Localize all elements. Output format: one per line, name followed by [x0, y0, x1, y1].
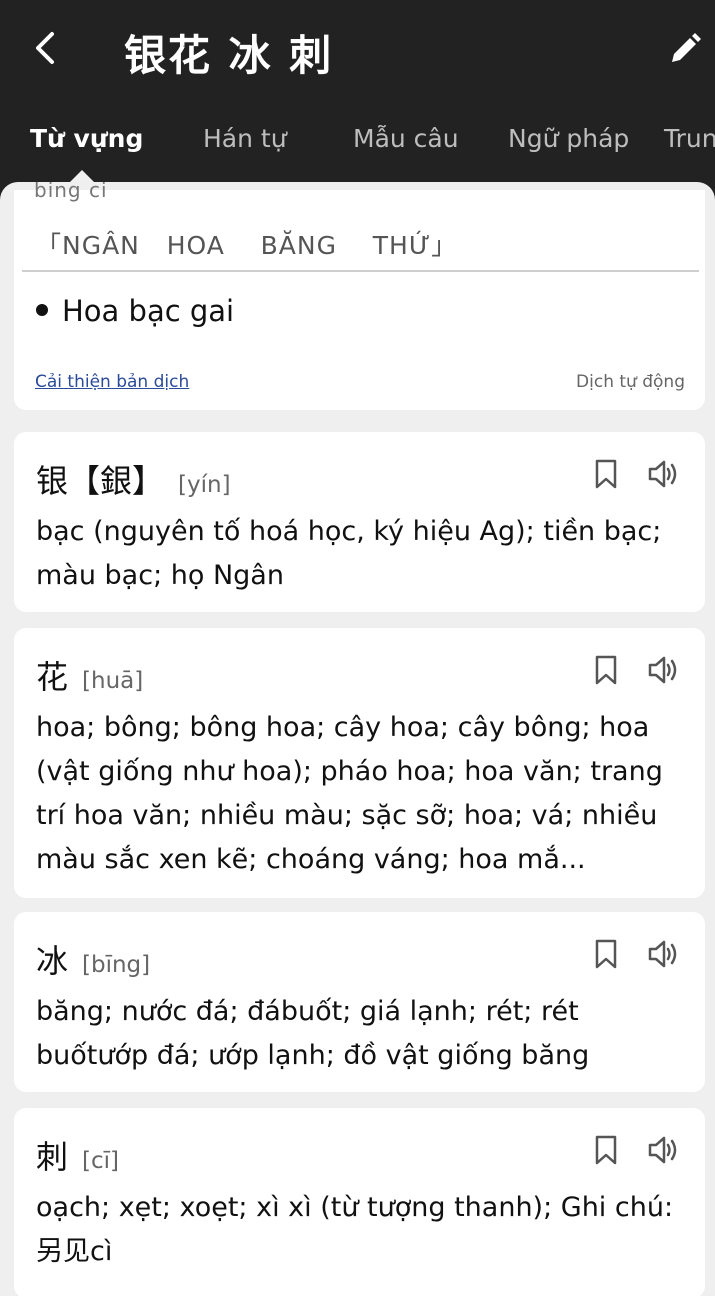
pencil-icon[interactable]	[664, 30, 704, 70]
speaker-icon[interactable]	[647, 1134, 679, 1166]
character-pinyin: [huā]	[82, 668, 144, 694]
speaker-icon[interactable]	[647, 654, 679, 686]
tab-more[interactable]: Trun	[664, 124, 715, 153]
bullet	[36, 304, 48, 316]
character: 银【銀】	[36, 462, 165, 500]
tab-vocabulary[interactable]: Từ vựng	[30, 124, 143, 153]
character-pinyin: [cī]	[82, 1148, 119, 1174]
character-card[interactable]: 刺 [cī] oạch; xẹt; xoẹt; xì xì (từ tượng t…	[14, 1108, 705, 1296]
tab-grammar[interactable]: Ngữ pháp	[508, 124, 629, 153]
top-app-bar: 银花 冰 刺	[0, 0, 715, 100]
character-heading: 花 [huā]	[36, 652, 144, 696]
pinyin-text: bing ci	[34, 182, 108, 202]
page-title: 银花 冰 刺	[124, 31, 334, 80]
character-meaning: hoa; bông; bông hoa; cây hoa; cây bông; …	[36, 712, 663, 875]
translation-card: bing ci 「NGÂN HOA BĂNG THỨ」 Hoa bạc gai …	[14, 182, 705, 410]
character-card[interactable]: 冰 [bīng] băng; nước đá; đábuốt; giá lạnh;…	[14, 912, 705, 1092]
hanviet-reading: 「NGÂN HOA BĂNG THỨ」	[36, 231, 458, 260]
active-tab-indicator	[70, 170, 94, 182]
bookmark-icon[interactable]	[593, 654, 619, 686]
character-heading: 冰 [bīng]	[36, 936, 151, 980]
character: 花	[36, 658, 69, 696]
translation-meaning: Hoa bạc gai	[36, 294, 234, 328]
tab-bar: Từ vựng Hán tự Mẫu câu Ngữ pháp Trun	[0, 100, 715, 182]
character-pinyin: [yín]	[178, 472, 231, 498]
bookmark-icon[interactable]	[593, 938, 619, 970]
character-card[interactable]: 银【銀】 [yín] bạc (nguyên tố hoá học, ký hiệ…	[14, 432, 705, 612]
character-meaning: oạch; xẹt; xoẹt; xì xì (từ tượng thanh);…	[36, 1192, 674, 1267]
character: 冰	[36, 942, 69, 980]
speaker-icon[interactable]	[647, 938, 679, 970]
tab-sentence-patterns[interactable]: Mẫu câu	[353, 124, 459, 153]
bookmark-icon[interactable]	[593, 1134, 619, 1166]
improve-translation-link[interactable]: Cải thiện bản dịch	[35, 372, 189, 392]
character: 刺	[36, 1138, 69, 1176]
character-heading: 银【銀】 [yín]	[36, 456, 231, 500]
meaning-text: Hoa bạc gai	[62, 294, 235, 328]
character-card[interactable]: 花 [huā] hoa; bông; bông hoa; cây hoa; cây…	[14, 628, 705, 898]
character-pinyin: [bīng]	[82, 952, 151, 978]
tab-han-characters[interactable]: Hán tự	[203, 124, 287, 153]
character-meaning: băng; nước đá; đábuốt; giá lạnh; rét; ré…	[36, 996, 590, 1071]
content-area: bing ci 「NGÂN HOA BĂNG THỨ」 Hoa bạc gai …	[0, 182, 715, 1296]
speaker-icon[interactable]	[647, 458, 679, 490]
bookmark-icon[interactable]	[593, 458, 619, 490]
character-meaning: bạc (nguyên tố hoá học, ký hiệu Ag); tiề…	[36, 516, 662, 591]
character-heading: 刺 [cī]	[36, 1132, 119, 1176]
chevron-left-icon[interactable]	[28, 28, 64, 68]
auto-translate-label: Dịch tự động	[576, 372, 685, 392]
divider	[22, 270, 699, 272]
